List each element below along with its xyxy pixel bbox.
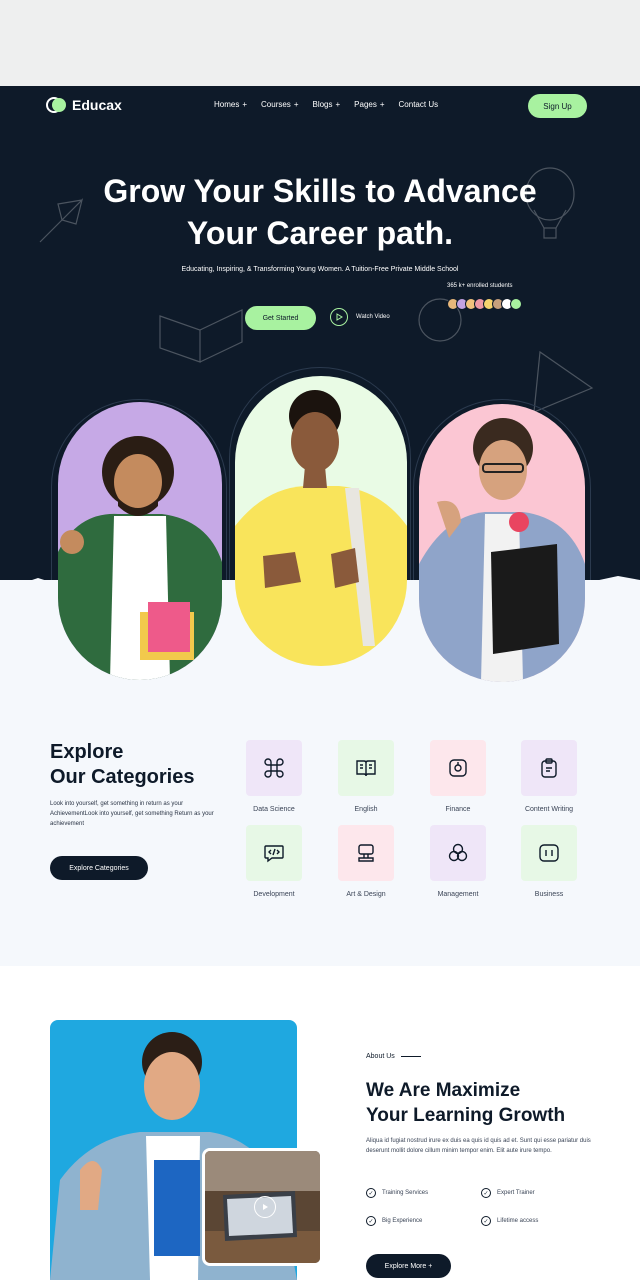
category-card-business[interactable]: Business	[521, 825, 577, 898]
menu-item-pages[interactable]: Pages +	[354, 100, 384, 109]
check-icon: ✓	[366, 1188, 376, 1198]
video-thumbnail[interactable]	[202, 1148, 323, 1266]
clipboard-icon	[541, 758, 557, 778]
hero-subtitle: Educating, Inspiring, & Transforming You…	[181, 266, 459, 273]
logo-icon	[46, 97, 68, 113]
circles-icon	[448, 843, 468, 862]
stamp-icon	[358, 844, 374, 862]
plus-icon: +	[335, 100, 341, 109]
student-photo-center	[235, 376, 407, 666]
check-icon: ✓	[481, 1216, 491, 1226]
chart-box-icon	[539, 844, 559, 862]
category-card-data-science[interactable]: Data Science	[246, 740, 302, 813]
feature-big-experience: ✓ Big Experience	[366, 1216, 422, 1226]
hero-title: Grow Your Skills to Advance Your Career p…	[103, 173, 537, 251]
category-card-development[interactable]: Development	[246, 825, 302, 898]
category-card-art-design[interactable]: Art & Design	[338, 825, 394, 898]
about-description: Aliqua id fugiat nostrud irure ex duis e…	[366, 1138, 591, 1154]
feature-lifetime-access: ✓ Lifetime access	[481, 1216, 538, 1226]
student-photo-right	[419, 404, 585, 682]
menu-item-courses[interactable]: Courses +	[261, 100, 298, 109]
play-icon	[330, 308, 348, 326]
category-card-english[interactable]: English	[338, 740, 394, 813]
menu-item-blogs[interactable]: Blogs +	[312, 100, 340, 109]
student-avatars	[447, 298, 522, 310]
code-icon	[264, 845, 284, 863]
menu-item-homes[interactable]: Homes +	[214, 100, 247, 109]
explore-more-button[interactable]: Explore More +	[366, 1254, 451, 1278]
divider	[400, 1056, 421, 1057]
feature-training-services: ✓ Training Services	[366, 1188, 428, 1198]
menu-item-contact[interactable]: Contact Us	[399, 100, 439, 109]
main-menu: Homes + Courses + Blogs + Pages + Contact Us	[214, 100, 438, 109]
plus-icon: +	[293, 100, 299, 109]
category-card-content-writing[interactable]: Content Writing	[521, 740, 577, 813]
signup-button[interactable]: Sign Up	[528, 94, 587, 118]
check-icon: ✓	[366, 1216, 376, 1226]
about-title: We Are Maximize Your Learning Growth	[366, 1080, 566, 1126]
about-tag: About Us	[366, 1053, 421, 1060]
plus-icon: +	[379, 100, 385, 109]
plus-icon: +	[242, 100, 248, 109]
logo[interactable]: Educax	[46, 97, 122, 113]
category-card-finance[interactable]: Finance	[430, 740, 486, 813]
enrolled-students-text: 365 k+ enrolled students	[447, 283, 513, 289]
book-icon	[356, 760, 376, 777]
safe-icon	[449, 759, 467, 777]
navbar: Educax Homes + Courses + Blogs + Pages + Con…	[0, 86, 640, 128]
watch-video-button[interactable]: Watch Video	[330, 308, 390, 326]
open-book-doodle-icon	[159, 309, 243, 363]
check-icon: ✓	[481, 1188, 491, 1198]
top-blank-area	[0, 0, 640, 86]
categories-description: Look into yourself, get something in ret…	[50, 801, 214, 827]
play-icon[interactable]	[254, 1196, 276, 1218]
feature-expert-trainer: ✓ Expert Trainer	[481, 1188, 535, 1198]
category-card-management[interactable]: Management	[430, 825, 486, 898]
avatar	[510, 298, 522, 310]
student-photo-left	[58, 402, 222, 680]
get-started-button[interactable]: Get Started	[245, 306, 316, 330]
command-icon	[264, 758, 284, 778]
explore-categories-button[interactable]: Explore Categories	[50, 856, 148, 880]
logo-text: Educax	[72, 97, 122, 113]
categories-title: Explore Our Categories	[50, 741, 195, 788]
